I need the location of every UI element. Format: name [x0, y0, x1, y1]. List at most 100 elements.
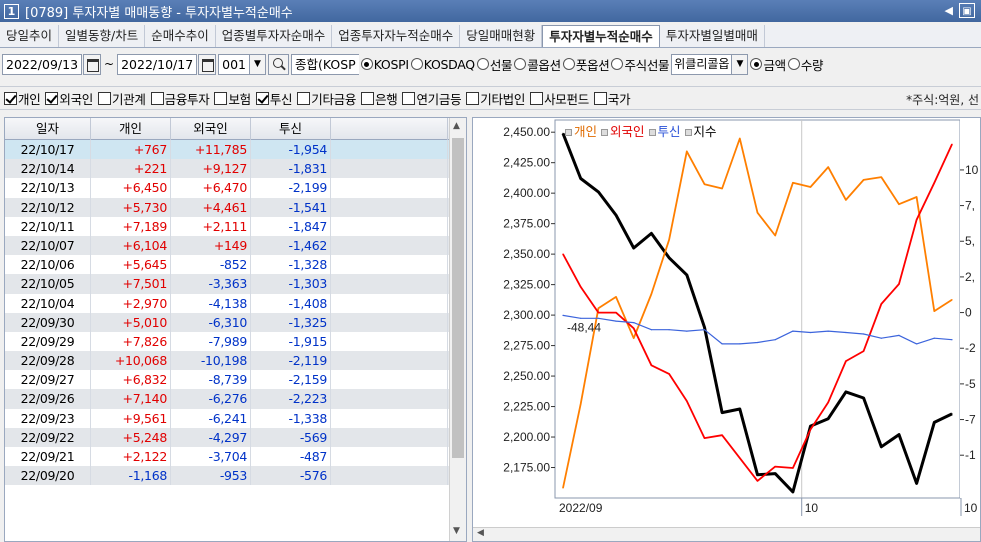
- checkbox-icon[interactable]: [255, 91, 269, 105]
- investor-checkbox-11[interactable]: 사모펀드: [530, 89, 589, 108]
- tab-5[interactable]: 업종투자자누적순매수: [332, 25, 461, 47]
- table-row[interactable]: 22/10/04 +2,970 -4,138 -1,408: [5, 293, 466, 313]
- investor-checkbox-8[interactable]: 은행: [361, 89, 398, 108]
- checkbox-icon[interactable]: [98, 91, 112, 105]
- tab-4[interactable]: 업종별투자자순매수: [216, 25, 333, 47]
- scroll-left-icon[interactable]: ◀: [477, 528, 484, 538]
- data-point: [898, 283, 900, 285]
- weekly-option-select[interactable]: 위클리콜옵: [671, 53, 733, 75]
- table-cell: -1,954: [251, 140, 331, 160]
- market-radio-group: KOSPI KOSDAQ 선물 콜옵션 풋옵션 주식선물: [359, 55, 670, 74]
- investor-checkbox-6[interactable]: 투신: [255, 89, 293, 108]
- table-row[interactable]: 22/10/07 +6,104 +149 -1,462: [5, 235, 466, 256]
- table-row[interactable]: 22/10/06 +5,645 -852 -1,328: [5, 255, 466, 275]
- table-row[interactable]: 22/09/27 +6,832 -8,739 -2,159: [5, 370, 466, 390]
- investor-checkbox-9[interactable]: 연기금등: [402, 89, 462, 108]
- checkbox-icon[interactable]: [361, 91, 375, 105]
- market-radio-4[interactable]: 콜옵션: [514, 55, 561, 74]
- value-mode-radio-1[interactable]: 금액: [750, 55, 786, 74]
- investor-checkbox-10[interactable]: 기타법인: [466, 89, 525, 108]
- data-point: [827, 330, 829, 332]
- checkbox-icon[interactable]: [214, 91, 228, 105]
- scrollbar-thumb[interactable]: [452, 138, 464, 458]
- column-header-3[interactable]: 외국인: [171, 118, 251, 140]
- investor-checkbox-7[interactable]: 기타금융: [297, 89, 356, 108]
- column-header-2[interactable]: 개인: [91, 118, 171, 140]
- chevron-down-icon[interactable]: ▼: [250, 53, 267, 75]
- investor-checkbox-5[interactable]: 보험: [214, 89, 251, 108]
- table-row[interactable]: 22/09/29 +7,826 -7,989 -1,915: [5, 331, 466, 352]
- end-date-input[interactable]: 2022/10/17: [117, 53, 198, 75]
- data-point: [668, 373, 670, 375]
- start-date-input[interactable]: 2022/09/13: [2, 53, 83, 75]
- calendar-icon[interactable]: [198, 53, 217, 75]
- tab-8[interactable]: 투자자별일별매매: [660, 25, 765, 47]
- chevron-down-icon[interactable]: ▼: [732, 53, 749, 75]
- investor-checkbox-12[interactable]: 국가: [593, 89, 631, 108]
- radio-indicator-icon[interactable]: [750, 58, 763, 70]
- radio-indicator-icon[interactable]: [514, 58, 527, 70]
- search-icon[interactable]: [268, 53, 290, 75]
- checkbox-icon[interactable]: [402, 91, 416, 105]
- code-input[interactable]: 001: [218, 53, 251, 75]
- cumulative-chart[interactable]: 2,450.00 2,425.00 2,400.00 2,375.00 2,350.00…: [472, 117, 981, 542]
- checkbox-icon[interactable]: [593, 91, 607, 105]
- tab-7[interactable]: 투자자별누적순매수: [542, 25, 660, 47]
- table-row[interactable]: 22/10/17 +767 +11,785 -1,954: [5, 140, 466, 160]
- table-scrollbar[interactable]: ▲ ▼: [449, 118, 466, 541]
- checkbox-icon[interactable]: [4, 91, 17, 105]
- table-row[interactable]: 22/09/28 +10,068 -10,198 -2,119: [5, 351, 466, 371]
- table-row[interactable]: 22/09/20 -1,168 -953 -576: [5, 466, 466, 486]
- checkbox-icon[interactable]: [297, 91, 311, 105]
- chevron-left-icon[interactable]: ◀: [945, 3, 953, 18]
- table-cell: +6,470: [171, 178, 251, 198]
- table-row[interactable]: 22/09/23 +9,561 -6,241 -1,338: [5, 408, 466, 428]
- column-header-1[interactable]: 일자: [5, 118, 91, 140]
- scroll-down-icon[interactable]: ▼: [453, 526, 460, 536]
- scroll-up-icon[interactable]: ▲: [453, 121, 460, 131]
- investor-checkbox-4[interactable]: 금융투자: [150, 89, 210, 108]
- data-point: [880, 337, 882, 339]
- radio-indicator-icon[interactable]: [787, 58, 800, 70]
- tab-3[interactable]: 순매수추이: [145, 25, 216, 47]
- table-row[interactable]: 22/09/26 +7,140 -6,276 -2,223: [5, 389, 466, 409]
- radio-indicator-icon[interactable]: [410, 58, 423, 70]
- table-row[interactable]: 22/09/30 +5,010 -6,310 -1,325: [5, 312, 466, 332]
- calendar-icon[interactable]: [83, 53, 102, 75]
- table-row[interactable]: 22/10/14 +221 +9,127 -1,831: [5, 159, 466, 179]
- table-row[interactable]: 22/09/21 +2,122 -3,704 -487: [5, 447, 466, 467]
- market-radio-2[interactable]: KOSDAQ: [410, 57, 475, 72]
- checkbox-icon[interactable]: [530, 91, 544, 105]
- chart-horizontal-scrollbar[interactable]: ◀: [473, 527, 980, 541]
- window-menu-icon[interactable]: ▣: [959, 3, 975, 18]
- code-combo[interactable]: 001 ▼: [218, 53, 267, 75]
- tab-1[interactable]: 당일추이: [0, 25, 60, 47]
- radio-indicator-icon[interactable]: [562, 58, 575, 70]
- investor-checkbox-label: 기타법인: [480, 91, 526, 107]
- investor-checkbox-2[interactable]: 외국인: [45, 89, 93, 108]
- market-radio-6[interactable]: 주식선물: [611, 55, 670, 74]
- table-row[interactable]: 22/10/11 +7,189 +2,111 -1,847: [5, 216, 466, 236]
- investor-checkbox-label: 기관계: [112, 91, 146, 107]
- market-radio-1[interactable]: KOSPI: [360, 57, 409, 72]
- investor-checkbox-1[interactable]: 개인: [4, 89, 41, 108]
- market-radio-3[interactable]: 선물: [476, 55, 513, 74]
- investor-checkbox-3[interactable]: 기관계: [98, 89, 146, 108]
- value-mode-radio-2[interactable]: 수량: [787, 55, 824, 74]
- checkbox-icon[interactable]: [150, 91, 164, 105]
- radio-indicator-icon[interactable]: [476, 58, 489, 70]
- date-range-separator: ~: [104, 57, 115, 71]
- table-row[interactable]: 22/10/05 +7,501 -3,363 -1,303: [5, 274, 466, 294]
- tab-6[interactable]: 당일매매현황: [460, 25, 543, 47]
- market-radio-5[interactable]: 풋옵션: [562, 55, 610, 74]
- table-row[interactable]: 22/10/12 +5,730 +4,461 -1,541: [5, 197, 466, 217]
- tab-2[interactable]: 일별동향/차트: [59, 25, 146, 47]
- column-header-4[interactable]: 투신: [251, 118, 331, 140]
- table-row[interactable]: 22/09/22 +5,248 -4,297 -569: [5, 427, 466, 447]
- legend-item-1: 개인: [574, 124, 598, 139]
- checkbox-icon[interactable]: [466, 91, 480, 105]
- table-row[interactable]: 22/10/13 +6,450 +6,470 -2,199: [5, 178, 466, 198]
- checkbox-icon[interactable]: [45, 91, 59, 105]
- radio-indicator-icon[interactable]: [611, 58, 624, 70]
- radio-indicator-icon[interactable]: [360, 58, 373, 70]
